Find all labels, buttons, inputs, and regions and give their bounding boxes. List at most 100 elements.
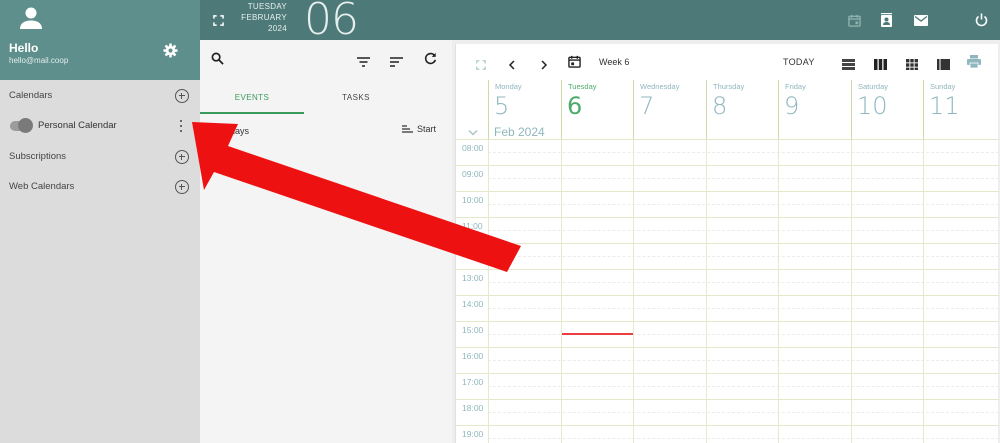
calendars-section: Calendars — [0, 85, 200, 107]
user-name: Hello — [9, 41, 39, 55]
next-week-icon[interactable] — [540, 57, 548, 75]
current-time-indicator — [562, 333, 633, 335]
day-name: Thursday — [713, 82, 745, 91]
day-name: Sunday — [930, 82, 956, 91]
sidebar: Hello hello@mail.coop Calendars Personal… — [0, 0, 200, 443]
filter-icon[interactable] — [357, 54, 370, 72]
date-picker-icon[interactable] — [568, 55, 581, 73]
day-view-icon[interactable] — [842, 57, 855, 75]
month-view-icon[interactable] — [906, 57, 918, 75]
date-day: 06 — [304, 0, 359, 45]
more-options-icon[interactable] — [176, 118, 186, 134]
column-divider — [778, 139, 779, 443]
tab-events[interactable]: EVENTS — [200, 86, 304, 114]
hour-row: 12:00 — [456, 243, 999, 269]
hour-label: 14:00 — [462, 299, 484, 309]
user-avatar-icon[interactable] — [18, 6, 44, 35]
day-header-thursday[interactable]: Thursday 8 — [706, 80, 778, 139]
hour-row: 10:00 — [456, 191, 999, 217]
hour-row: 17:00 — [456, 373, 999, 399]
sort-start-label: Start — [417, 124, 437, 134]
hour-label: 18:00 — [462, 403, 484, 413]
month-label: Feb 2024 — [494, 125, 545, 139]
hour-label: 15:00 — [462, 325, 484, 335]
sort-icon[interactable] — [390, 54, 403, 72]
day-header-sunday[interactable]: Sunday 11 — [923, 80, 999, 139]
refresh-icon[interactable] — [424, 52, 437, 70]
day-header-saturday[interactable]: Saturday 10 — [851, 80, 923, 139]
day-name: Tuesday — [568, 82, 597, 91]
gear-icon[interactable] — [163, 43, 178, 63]
hour-label: 11:00 — [462, 221, 483, 231]
hour-row: 19:00 — [456, 425, 999, 443]
hour-row: 09:00 — [456, 165, 999, 191]
hour-row: 15:00 — [456, 321, 999, 347]
calendars-label: Calendars — [9, 90, 53, 101]
web-calendars-section: Web Calendars — [0, 176, 200, 198]
days-filter-label[interactable]: days — [230, 126, 249, 136]
hour-row: 11:00 — [456, 217, 999, 243]
day-number: 5 — [494, 92, 510, 120]
day-number: 8 — [712, 92, 728, 120]
tab-tasks[interactable]: TASKS — [304, 86, 408, 114]
sort-lines-icon — [402, 125, 413, 133]
week-view-icon[interactable] — [874, 57, 887, 75]
user-panel: Hello hello@mail.coop — [0, 0, 200, 80]
calendar-toggle-knob[interactable] — [18, 118, 33, 133]
events-panel: EVENTS TASKS days Start — [200, 40, 452, 443]
day-number: 7 — [639, 92, 655, 120]
web-calendars-label: Web Calendars — [9, 181, 75, 192]
add-subscription-icon[interactable] — [175, 150, 189, 164]
date-year: 2024 — [268, 24, 287, 33]
subscriptions-label: Subscriptions — [9, 151, 67, 162]
column-divider — [923, 139, 924, 443]
day-name: Friday — [785, 82, 806, 91]
personal-calendar-row[interactable]: Personal Calendar — [0, 115, 200, 137]
today-button[interactable]: TODAY — [783, 57, 815, 67]
personal-calendar-label: Personal Calendar — [38, 120, 117, 131]
day-header-tuesday[interactable]: Tuesday 6 — [561, 80, 633, 139]
day-header-friday[interactable]: Friday 9 — [778, 80, 851, 139]
column-divider — [488, 139, 489, 443]
day-header-wednesday[interactable]: Wednesday 7 — [633, 80, 706, 139]
hour-label: 12:00 — [462, 247, 484, 257]
day-name: Monday — [495, 82, 522, 91]
calendar-toolbar: Week 6 TODAY — [456, 44, 999, 80]
week-calendar: Week 6 TODAY Monday 5 Tuesday 6 Wednesda… — [455, 44, 999, 443]
mail-icon[interactable] — [913, 0, 929, 40]
hour-label: 08:00 — [462, 143, 484, 153]
day-number: 10 — [857, 92, 888, 120]
column-divider — [851, 139, 852, 443]
subscriptions-section: Subscriptions — [0, 146, 200, 168]
column-divider — [561, 139, 562, 443]
hour-row: 16:00 — [456, 347, 999, 373]
list-view-icon[interactable] — [937, 57, 950, 75]
search-icon[interactable] — [211, 52, 224, 70]
print-icon[interactable] — [967, 55, 981, 73]
add-calendar-icon[interactable] — [175, 89, 189, 103]
date-weekday: TUESDAY — [247, 2, 287, 11]
day-number: 6 — [567, 92, 583, 120]
hour-row: 13:00 — [456, 269, 999, 295]
time-grid[interactable]: 08:00 09:00 10:00 11:00 12:00 13:00 14:0… — [456, 139, 999, 443]
power-icon[interactable] — [973, 0, 989, 40]
calendar-icon[interactable] — [846, 0, 862, 40]
sort-start-button[interactable]: Start — [402, 124, 436, 134]
previous-week-icon[interactable] — [508, 57, 516, 75]
hour-label: 16:00 — [462, 351, 484, 361]
add-web-calendar-icon[interactable] — [175, 180, 189, 194]
user-email: hello@mail.coop — [9, 56, 69, 65]
day-name: Wednesday — [640, 82, 680, 91]
fullscreen-icon[interactable] — [211, 0, 225, 40]
hour-label: 09:00 — [462, 169, 484, 179]
date-month: FEBRUARY — [241, 13, 287, 22]
expand-icon[interactable] — [476, 57, 486, 75]
hour-row: 14:00 — [456, 295, 999, 321]
day-number: 11 — [929, 92, 960, 120]
hour-row: 08:00 — [456, 139, 999, 165]
column-divider — [706, 139, 707, 443]
contacts-icon[interactable] — [878, 0, 894, 40]
hour-row: 18:00 — [456, 399, 999, 425]
hour-label: 19:00 — [462, 429, 484, 439]
hour-label: 13:00 — [462, 273, 484, 283]
